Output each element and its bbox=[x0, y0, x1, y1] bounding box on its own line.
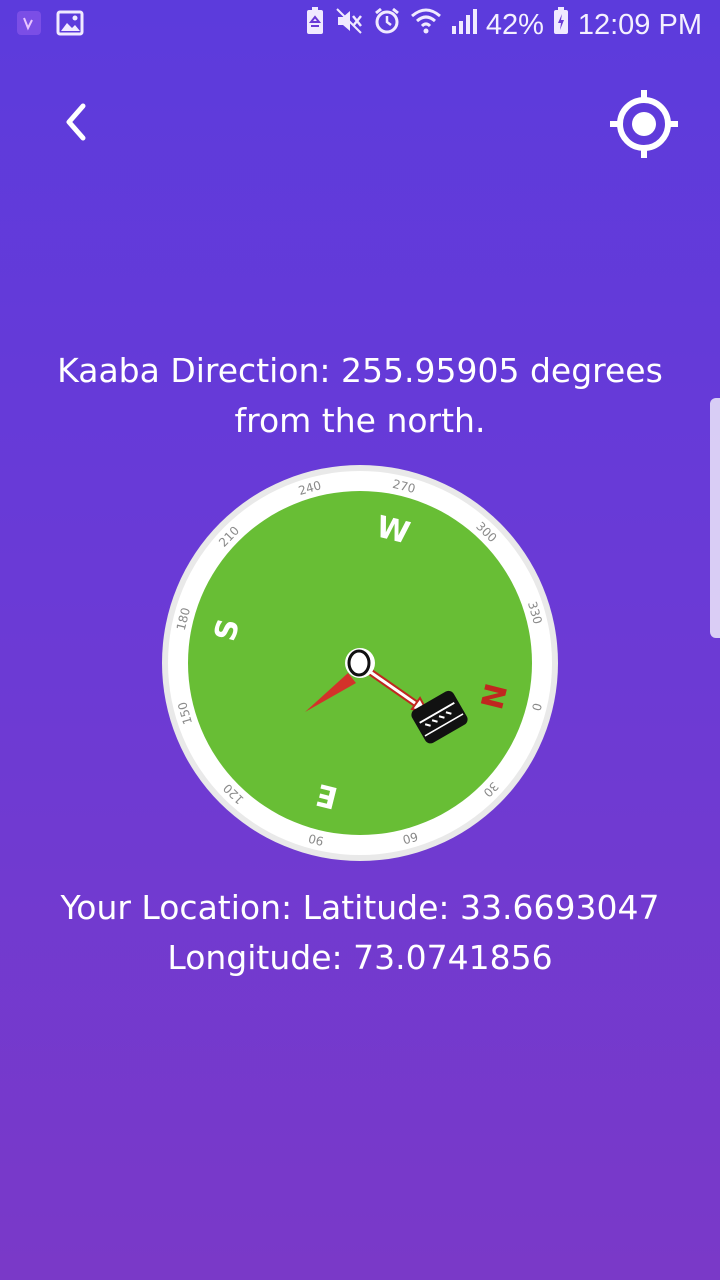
mute-icon bbox=[334, 6, 364, 44]
alarm-icon bbox=[372, 6, 402, 44]
chevron-left-icon bbox=[61, 102, 91, 146]
back-button[interactable] bbox=[50, 98, 102, 150]
image-icon bbox=[56, 10, 84, 40]
gps-locate-icon bbox=[608, 88, 680, 164]
edge-panel-handle[interactable] bbox=[710, 398, 720, 638]
kaaba-direction-line2: from the north. bbox=[234, 401, 486, 440]
clock-time: 12:09 PM bbox=[577, 8, 702, 41]
signal-icon bbox=[450, 6, 478, 44]
battery-saver-icon bbox=[304, 6, 326, 44]
kaaba-direction-line1: Kaaba Direction: 255.95905 degrees bbox=[57, 351, 663, 390]
wifi-icon bbox=[410, 6, 442, 44]
status-bar-right: 42% 12:09 PM bbox=[304, 6, 702, 44]
battery-percent: 42% bbox=[485, 8, 544, 41]
kaaba-direction-text: Kaaba Direction: 255.95905 degrees from … bbox=[30, 346, 690, 446]
user-location-text: Your Location: Latitude: 33.6693047 Long… bbox=[30, 883, 690, 983]
needle-pivot-inner bbox=[347, 649, 371, 677]
status-bar: 42% 12:09 PM bbox=[0, 0, 720, 50]
locate-button[interactable] bbox=[604, 86, 684, 166]
location-longitude-line: Longitude: 73.0741856 bbox=[167, 938, 553, 977]
app-notification-icon bbox=[16, 10, 42, 40]
qibla-compass: 0 30 60 90 120 150 180 210 240 270 300 330 NESW bbox=[160, 465, 560, 865]
status-bar-left bbox=[16, 10, 84, 40]
location-latitude-line: Your Location: Latitude: 33.6693047 bbox=[60, 888, 660, 927]
battery-charging-icon bbox=[552, 6, 570, 44]
